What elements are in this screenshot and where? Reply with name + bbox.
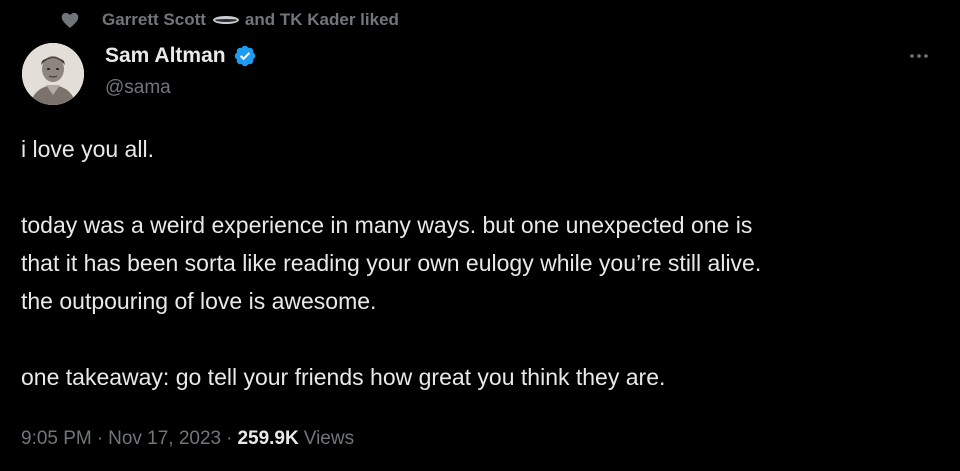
author-handle[interactable]: @sama [105,77,171,99]
social-context-text[interactable]: and TK Kader liked [245,10,399,30]
author-name-text: Sam Altman [105,44,226,67]
social-context: Garrett Scott and TK Kader liked [60,8,399,32]
tweet-date[interactable]: Nov 17, 2023 [108,428,221,450]
tweet-paragraph: one takeaway: go tell your friends how g… [21,358,946,396]
tweet-text: i love you all. today was a weird experi… [21,130,946,396]
verified-badge-icon [234,45,255,67]
tweet-line: i love you all. [21,136,154,162]
avatar-photo [22,43,84,105]
tweet-paragraph: i love you all. [21,130,946,168]
views-count[interactable]: 259.9K [237,428,298,450]
more-horizontal-icon [910,54,928,58]
tweet-time[interactable]: 9:05 PM [21,428,92,450]
tweet-paragraph: today was a weird experience in many way… [21,206,946,320]
views-label[interactable]: Views [304,428,354,450]
tweet-line: the outpouring of love is awesome. [21,288,377,314]
avatar[interactable] [22,43,84,105]
author-name[interactable]: Sam Altman [105,42,257,70]
tweet-line: that it has been sorta like reading your… [21,250,762,276]
meta-separator: · [96,428,104,449]
tweet-line: today was a weird experience in many way… [21,212,753,238]
heart-icon [61,12,79,28]
more-options-button[interactable] [903,44,935,68]
oval-emoji [212,16,239,24]
tweet: Garrett Scott and TK Kader liked Sam Alt… [0,0,960,471]
meta-separator: · [226,428,233,449]
social-context-user-link[interactable]: Garrett Scott [102,10,206,30]
tweet-meta: 9:05 PM · Nov 17, 2023 · 259.9K Views [21,424,354,454]
tweet-line: one takeaway: go tell your friends how g… [21,364,666,390]
